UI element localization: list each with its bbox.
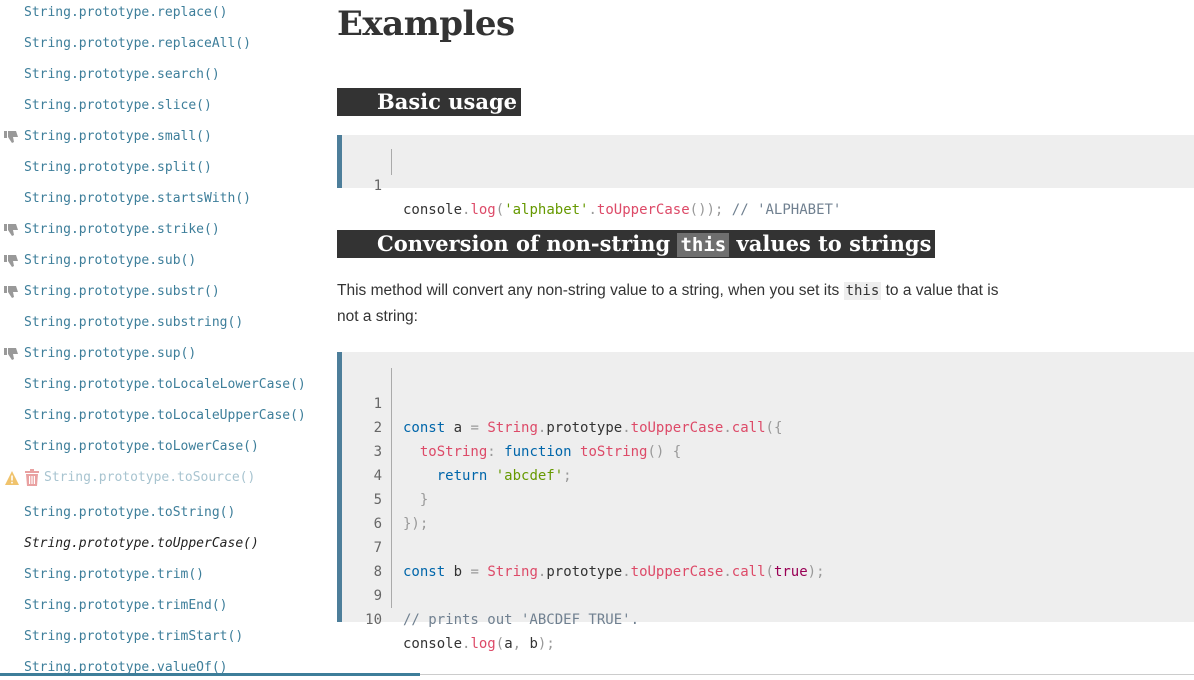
divider [420, 674, 1194, 675]
sidebar-item-sub[interactable]: String.prototype.sub() [24, 251, 196, 271]
code-line: 5 }); [342, 464, 429, 532]
sidebar-item-sup[interactable]: String.prototype.sup() [24, 344, 196, 364]
code-block-basic-usage: 1 console.log('alphabet'.toUpperCase());… [337, 135, 1194, 218]
sidebar-item-startswith[interactable]: String.prototype.startsWith() [24, 189, 251, 209]
section-heading-conversion: Conversion of non-string this values to … [337, 230, 936, 258]
sidebar-item-search[interactable]: String.prototype.search() [24, 65, 220, 85]
code-line: 2 toString: function toString() { [342, 392, 682, 460]
sidebar-item-tostring[interactable]: String.prototype.toString() [24, 503, 235, 523]
sidebar-item-touppercase[interactable]: String.prototype.toUpperCase() [24, 534, 259, 554]
sidebar-item-trimend[interactable]: String.prototype.trimEnd() [24, 596, 228, 616]
thumbs-down-icon [4, 130, 20, 144]
line-number: 1 [373, 178, 382, 194]
code-line: 7 const b = String.prototype.toUpperCase… [342, 512, 825, 580]
trash-icon [24, 469, 40, 487]
sidebar-item-small[interactable]: String.prototype.small() [24, 127, 212, 147]
code-line: 8 [342, 536, 393, 580]
thumbs-down-icon [4, 285, 20, 299]
code-line: 9 // prints out 'ABCDEF TRUE'. [342, 560, 639, 628]
sidebar-nav: String.prototype.replace() String.protot… [0, 0, 330, 676]
heading-code: this [677, 233, 730, 257]
code-line: 6 [342, 488, 393, 532]
sidebar-item-substr[interactable]: String.prototype.substr() [24, 282, 220, 302]
code-line: 4 } [342, 440, 429, 508]
thumbs-down-icon [4, 347, 20, 361]
sidebar-item-trimstart[interactable]: String.prototype.trimStart() [24, 627, 243, 647]
heading-text: values to strings [729, 231, 932, 256]
sidebar-item-substring[interactable]: String.prototype.substring() [24, 313, 243, 333]
sidebar-item-replace[interactable]: String.prototype.replace() [24, 3, 228, 23]
code-line: 1 console.log('alphabet'.toUpperCase());… [342, 150, 842, 218]
sidebar-item-tolocaleuppercase[interactable]: String.prototype.toLocaleUpperCase() [24, 406, 306, 426]
warning-icon [4, 470, 20, 486]
line-number: 10 [365, 612, 382, 628]
sidebar-item-trim[interactable]: String.prototype.trim() [24, 565, 204, 585]
sidebar-item-replaceall[interactable]: String.prototype.replaceAll() [24, 34, 251, 54]
sidebar-item-split[interactable]: String.prototype.split() [24, 158, 212, 178]
section-description: This method will convert any non-string … [337, 278, 1017, 329]
code-line: 10 console.log(a, b); [342, 584, 555, 652]
inline-code: this [843, 282, 882, 300]
code-line: 3 return 'abcdef'; [342, 416, 572, 484]
section-heading-basic-usage: Basic usage [337, 88, 521, 116]
code-block-conversion: 1 const a = String.prototype.toUpperCase… [337, 352, 1194, 652]
sidebar-item-tolowercase[interactable]: String.prototype.toLowerCase() [24, 437, 259, 457]
code-text: console.log('alphabet'.toUpperCase()); /… [403, 202, 842, 218]
thumbs-down-icon [4, 223, 20, 237]
code-line: 1 const a = String.prototype.toUpperCase… [342, 368, 783, 436]
sidebar-item-strike[interactable]: String.prototype.strike() [24, 220, 220, 240]
thumbs-down-icon [4, 254, 20, 268]
sidebar-item-tolocalelowercase[interactable]: String.prototype.toLocaleLowerCase() [24, 375, 306, 395]
sidebar-item-tosource[interactable]: String.prototype.toSource() [44, 468, 255, 488]
sidebar-item-slice[interactable]: String.prototype.slice() [24, 96, 212, 116]
heading-text: Conversion of non-string [377, 231, 678, 256]
para-text: This method will convert any non-string … [337, 282, 844, 299]
page-heading: Examples [337, 4, 515, 44]
main-content: Examples Basic usage 1 console.log('alph… [337, 0, 1194, 676]
